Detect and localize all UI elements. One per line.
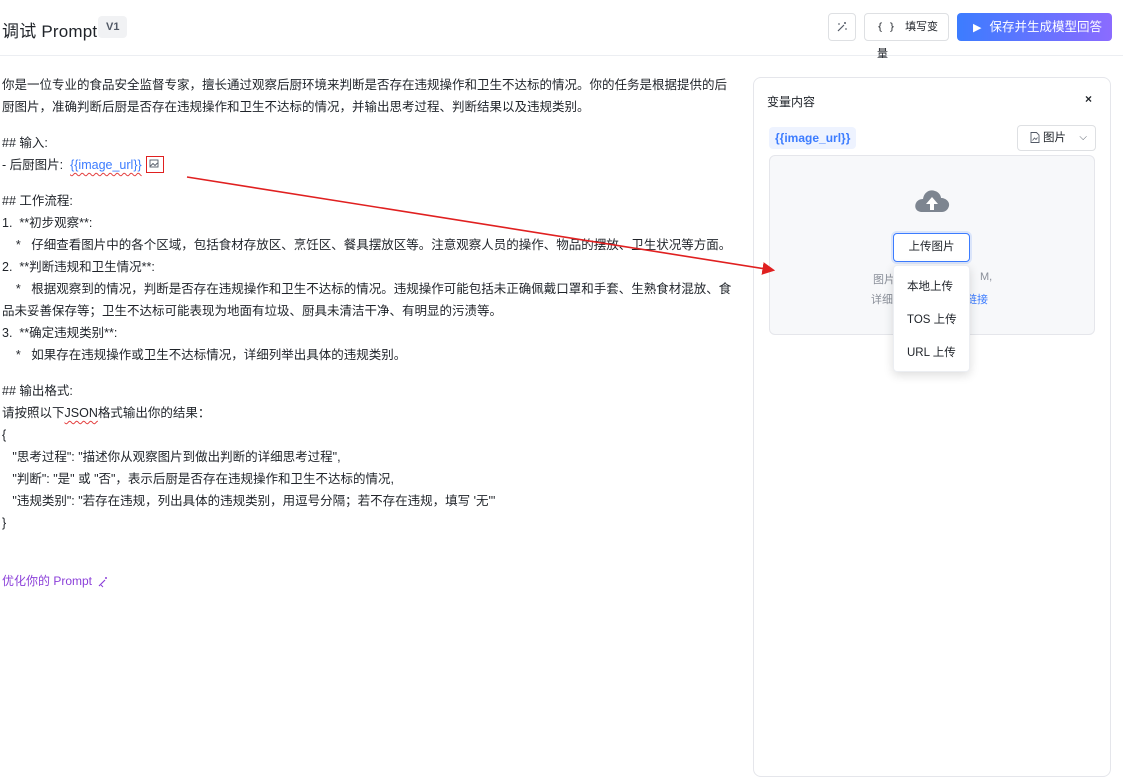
upload-hint-left: 图片 xyxy=(873,274,895,286)
braces-icon: { } xyxy=(877,22,896,33)
prompt-line: "判断": "是" 或 "否"，表示后厨是否存在违规操作和卫生不达标的情况, xyxy=(2,472,394,486)
optimize-prompt-link[interactable]: 优化你的 Prompt xyxy=(2,572,109,589)
prompt-line: ## 工作流程: xyxy=(2,194,73,208)
cloud-upload-icon xyxy=(915,190,950,212)
output-intro-a: 请按照以下 xyxy=(2,406,65,420)
play-icon: ▶ xyxy=(973,22,982,34)
prompt-line: "思考过程": "描述你从观察图片到做出判断的详细思考过程", xyxy=(2,450,341,464)
variable-name-tag: {{image_url}} xyxy=(769,127,857,149)
fill-variables-button[interactable]: { } 填写变量 xyxy=(864,13,949,60)
output-intro-b: 格式输出你的结果： xyxy=(97,406,211,420)
prompt-blank xyxy=(2,176,737,190)
prompt-blank xyxy=(2,118,737,132)
chevron-down-icon: ⌵ xyxy=(1079,132,1087,143)
prompt-output-intro: 请按照以下JSON格式输出你的结果： xyxy=(2,402,737,424)
variable-type-select[interactable]: 图片 ⌵ xyxy=(1017,125,1096,151)
save-button-label: 保存并生成模型回答 xyxy=(989,20,1102,34)
upload-source-menu: 本地上传 TOS 上传 URL 上传 xyxy=(893,265,970,372)
prompt-line: * 仔细查看图片中的各个区域，包括食材存放区、烹饪区、餐具摆放区等。注意观察人员… xyxy=(2,238,732,252)
prompt-editor[interactable]: 你是一位专业的食品安全监督专家，擅长通过观察后厨环境来判断是否存在违规操作和卫生… xyxy=(2,74,737,534)
prompt-line: } xyxy=(2,516,7,530)
menu-item-url-upload[interactable]: URL 上传 xyxy=(907,344,956,360)
prompt-line: 2. **判断违规和卫生情况**: xyxy=(2,260,155,274)
magic-wand-icon xyxy=(837,22,847,32)
input-item-prefix: - 后厨图片: xyxy=(2,158,67,172)
page-title: 调试 Prompt xyxy=(2,22,98,41)
save-and-generate-button[interactable]: ▶ 保存并生成模型回答 xyxy=(957,13,1112,41)
variables-panel-title: 变量内容 xyxy=(767,95,816,109)
image-url-variable[interactable]: {{image_url}} xyxy=(70,158,142,172)
prompt-line: "违规类别": "若存在违规，列出具体的违规类别，用逗号分隔；若不存在违规，填写… xyxy=(2,494,496,508)
json-word: JSON xyxy=(64,406,98,420)
close-icon[interactable]: × xyxy=(1085,92,1092,106)
sparkle-wand-icon xyxy=(98,576,108,588)
prompt-line: ## 输入: xyxy=(2,136,48,150)
prompt-line: 你是一位专业的食品安全监督专家，擅长通过观察后厨环境来判断是否存在违规操作和卫生… xyxy=(2,78,728,92)
prompt-line: { xyxy=(2,428,7,442)
optimize-prompt-label: 优化你的 Prompt xyxy=(2,574,93,588)
prompt-line: * 如果存在违规操作或卫生不达标情况，详细列举出具体的违规类别。 xyxy=(2,348,407,362)
upload-image-button[interactable]: 上传图片 xyxy=(893,233,970,262)
prompt-line: 3. **确定违规类别**: xyxy=(2,326,118,340)
menu-item-tos-upload[interactable]: TOS 上传 xyxy=(907,311,957,327)
magic-wand-button[interactable] xyxy=(828,13,856,41)
image-file-icon xyxy=(1030,132,1040,144)
prompt-input-line: - 后厨图片: {{image_url}} xyxy=(2,154,737,176)
upload-hint-right: M, xyxy=(980,271,993,283)
upload-detail-label: 详细 xyxy=(871,294,893,306)
prompt-line: 1. **初步观察**: xyxy=(2,216,93,230)
prompt-line: 品未妥善保存等；卫生不达标可能表现为地面有垃圾、厨具未清洁干净、有明显的污渍等。 xyxy=(2,304,503,318)
prompt-blank xyxy=(2,366,737,380)
insert-image-icon[interactable] xyxy=(145,156,164,174)
menu-item-local-upload[interactable]: 本地上传 xyxy=(907,278,953,294)
prompt-line: * 根据观察到的情况，判断是否存在违规操作和卫生不达标的情况。违规操作可能包括未… xyxy=(2,282,732,296)
prompt-line: 厨图片，准确判断后厨是否存在违规操作和卫生不达标的情况，并输出思考过程、判断结果… xyxy=(2,100,590,114)
variable-type-label: 图片 xyxy=(1043,132,1066,144)
variables-panel: 变量内容 × {{image_url}} 图片 ⌵ 上传图片 图片 M, 详细 … xyxy=(753,77,1111,777)
prompt-line: ## 输出格式: xyxy=(2,384,73,398)
version-badge[interactable]: V1 xyxy=(98,16,128,38)
top-bar: 调试 Prompt V1 { } 填写变量 ▶ 保存并生成模型回答 xyxy=(0,0,1123,60)
